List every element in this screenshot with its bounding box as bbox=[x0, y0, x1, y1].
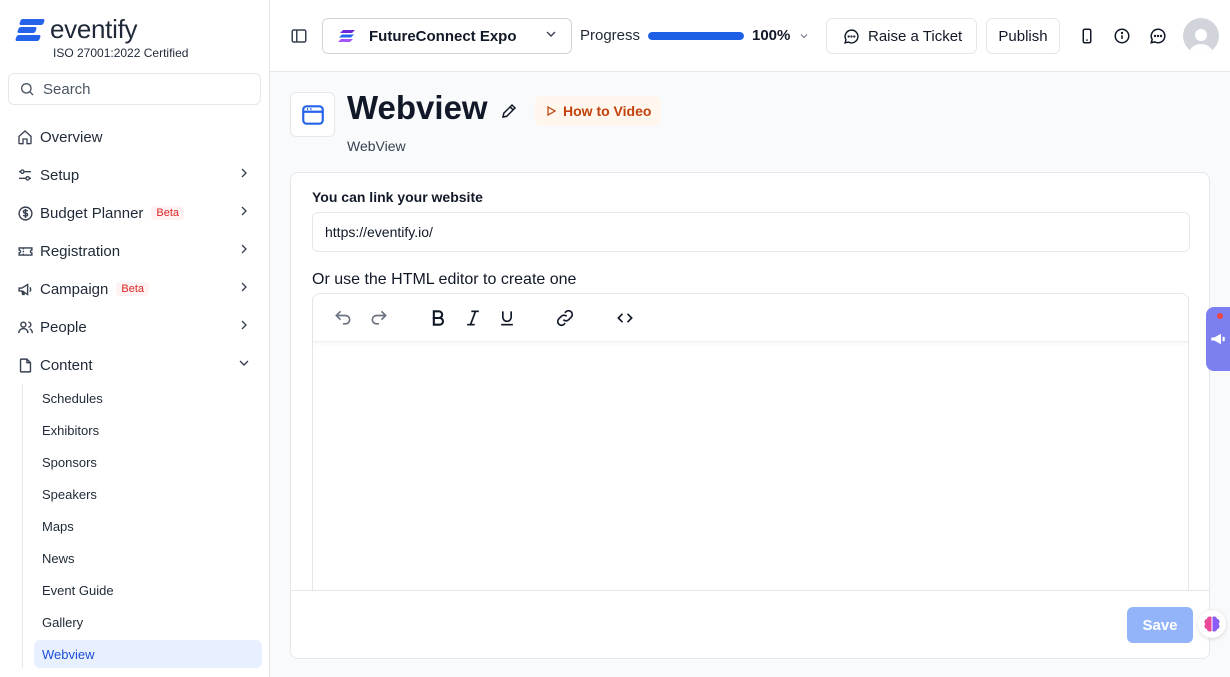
submenu-item-schedules[interactable]: Schedules bbox=[34, 384, 262, 412]
redo-icon[interactable] bbox=[369, 308, 389, 333]
submenu-item-event-guide[interactable]: Event Guide bbox=[34, 576, 262, 604]
sidebar-nav: Overview Setup Budget Planner Beta Regis… bbox=[0, 118, 269, 672]
avatar[interactable] bbox=[1183, 18, 1219, 54]
main-content: Webview How to Video WebView You can lin… bbox=[270, 72, 1230, 677]
code-icon[interactable] bbox=[615, 308, 635, 333]
info-icon[interactable] bbox=[1113, 27, 1131, 50]
progress-value: 100% bbox=[752, 27, 791, 44]
notification-dot bbox=[1217, 313, 1223, 319]
undo-icon[interactable] bbox=[333, 308, 353, 333]
submenu-item-news[interactable]: News bbox=[34, 544, 262, 572]
brain-icon bbox=[1204, 616, 1220, 632]
search-box[interactable] bbox=[8, 73, 261, 105]
sidebar-item-label: Campaign bbox=[40, 280, 109, 298]
brand-logo[interactable]: eventify bbox=[14, 14, 138, 45]
raise-ticket-label: Raise a Ticket bbox=[868, 27, 963, 45]
editor-label: Or use the HTML editor to create one bbox=[312, 271, 577, 288]
browser-window-icon bbox=[290, 92, 335, 137]
publish-button[interactable]: Publish bbox=[986, 18, 1060, 54]
chevron-right-icon bbox=[236, 165, 252, 186]
progress-dropdown-icon[interactable] bbox=[798, 29, 810, 47]
user-icon bbox=[1189, 29, 1213, 54]
website-url-input[interactable] bbox=[312, 212, 1190, 252]
pencil-icon[interactable] bbox=[500, 102, 518, 125]
sidebar-item-label: Budget Planner bbox=[40, 204, 144, 222]
search-input[interactable] bbox=[43, 80, 243, 98]
submenu-item-maps[interactable]: Maps bbox=[34, 512, 262, 540]
megaphone-icon bbox=[1211, 333, 1225, 345]
card-footer: Save bbox=[291, 590, 1209, 658]
progress-label: Progress bbox=[580, 27, 641, 44]
eventify-logo-icon bbox=[14, 16, 46, 44]
submenu-item-exhibitors[interactable]: Exhibitors bbox=[34, 416, 262, 444]
ticket-icon bbox=[16, 242, 34, 260]
event-selector[interactable]: FutureConnect Expo bbox=[322, 18, 572, 54]
chat-icon[interactable] bbox=[1149, 27, 1167, 50]
sidebar-item-registration[interactable]: Registration bbox=[0, 232, 269, 270]
megaphone-icon bbox=[16, 280, 34, 298]
beta-badge: Beta bbox=[151, 206, 185, 220]
mobile-preview-icon[interactable] bbox=[1078, 27, 1096, 50]
editor-content-area[interactable] bbox=[313, 343, 1188, 593]
how-to-video-label: How to Video bbox=[563, 103, 652, 119]
file-icon bbox=[16, 356, 34, 374]
sidebar-item-overview[interactable]: Overview bbox=[0, 118, 269, 156]
sidebar-item-label: Registration bbox=[40, 242, 121, 260]
sidebar-item-label: People bbox=[40, 318, 87, 336]
italic-icon[interactable] bbox=[463, 308, 483, 333]
content-submenu: Schedules Exhibitors Sponsors Speakers M… bbox=[22, 384, 269, 668]
url-field-label: You can link your website bbox=[312, 189, 483, 205]
dollar-circle-icon bbox=[16, 204, 34, 222]
event-name: FutureConnect Expo bbox=[369, 27, 517, 45]
page-title: Webview bbox=[347, 89, 488, 126]
bold-icon[interactable] bbox=[428, 308, 448, 333]
editor-toolbar bbox=[313, 294, 1188, 342]
sidebar-item-people[interactable]: People bbox=[0, 308, 269, 346]
chevron-right-icon bbox=[236, 279, 252, 300]
sliders-icon bbox=[16, 166, 34, 184]
certification-label: ISO 27001:2022 Certified bbox=[53, 46, 189, 60]
beta-badge: Beta bbox=[116, 282, 150, 296]
submenu-item-speakers[interactable]: Speakers bbox=[34, 480, 262, 508]
chevron-down-icon bbox=[543, 26, 559, 47]
sidebar-item-setup[interactable]: Setup bbox=[0, 156, 269, 194]
save-button[interactable]: Save bbox=[1127, 607, 1193, 643]
submenu-item-sponsors[interactable]: Sponsors bbox=[34, 448, 262, 476]
brand-name: eventify bbox=[50, 14, 138, 44]
sidebar: eventify ISO 27001:2022 Certified Overvi… bbox=[0, 0, 270, 677]
html-editor bbox=[312, 293, 1189, 613]
progress-bar-fill bbox=[648, 32, 744, 40]
sidebar-item-budget-planner[interactable]: Budget Planner Beta bbox=[0, 194, 269, 232]
sidebar-item-label: Content bbox=[40, 356, 93, 374]
submenu-item-webview[interactable]: Webview bbox=[34, 640, 262, 668]
chevron-right-icon bbox=[236, 203, 252, 224]
home-icon bbox=[16, 128, 34, 146]
raise-ticket-button[interactable]: Raise a Ticket bbox=[826, 18, 977, 54]
search-icon bbox=[21, 83, 34, 96]
sidebar-item-content[interactable]: Content bbox=[0, 346, 269, 384]
chat-bubble-icon bbox=[844, 28, 859, 44]
users-icon bbox=[16, 318, 34, 336]
sidebar-item-label: Setup bbox=[40, 166, 80, 184]
chevron-right-icon bbox=[236, 317, 252, 338]
chevron-right-icon bbox=[236, 241, 252, 262]
link-icon[interactable] bbox=[555, 308, 575, 333]
webview-form-card: You can link your website Or use the HTM… bbox=[290, 172, 1210, 659]
how-to-video-button[interactable]: How to Video bbox=[535, 96, 662, 126]
chevron-down-icon bbox=[236, 355, 252, 376]
submenu-item-gallery[interactable]: Gallery bbox=[34, 608, 262, 636]
page-subtitle: WebView bbox=[347, 138, 406, 154]
event-logo-icon bbox=[338, 30, 355, 42]
top-header: FutureConnect Expo Progress 100% Raise a… bbox=[270, 0, 1230, 72]
ai-assistant-button[interactable] bbox=[1198, 610, 1226, 638]
underline-icon[interactable] bbox=[497, 308, 517, 333]
sidebar-item-label: Overview bbox=[40, 128, 103, 146]
progress-bar bbox=[648, 32, 744, 40]
sidebar-toggle-icon[interactable] bbox=[290, 27, 308, 50]
play-icon bbox=[547, 105, 557, 117]
sidebar-item-campaign[interactable]: Campaign Beta bbox=[0, 270, 269, 308]
